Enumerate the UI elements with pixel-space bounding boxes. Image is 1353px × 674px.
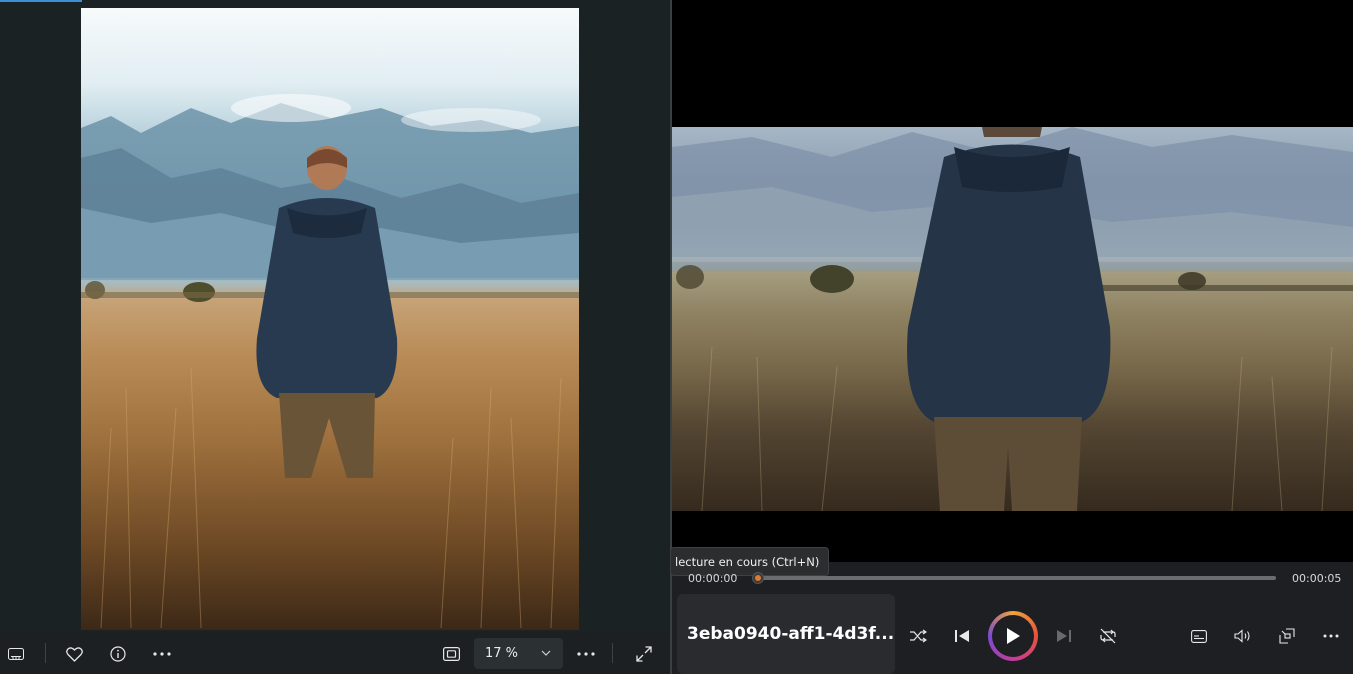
shuffle-icon[interactable] bbox=[906, 626, 930, 646]
play-icon bbox=[992, 615, 1034, 657]
time-elapsed: 00:00:00 bbox=[688, 572, 738, 585]
fit-to-window-icon[interactable] bbox=[437, 640, 465, 668]
photos-toolbar bbox=[0, 632, 670, 674]
miniplayer-icon[interactable] bbox=[1275, 626, 1299, 646]
more-icon[interactable] bbox=[1319, 626, 1343, 646]
subtitles-icon[interactable] bbox=[1187, 626, 1211, 646]
zoom-dropdown[interactable]: 17 % bbox=[474, 638, 563, 669]
previous-icon[interactable] bbox=[950, 626, 974, 646]
photo-image[interactable] bbox=[81, 8, 579, 630]
volume-icon[interactable] bbox=[1231, 626, 1255, 646]
play-button[interactable] bbox=[988, 611, 1038, 661]
time-total: 00:00:05 bbox=[1292, 572, 1342, 585]
photos-viewer: 17 % bbox=[0, 0, 670, 674]
more-options-icon[interactable] bbox=[572, 640, 600, 668]
chevron-down-icon bbox=[541, 646, 551, 659]
now-playing-title: 3eba0940-aff1-4d3f... bbox=[687, 624, 895, 644]
expand-icon[interactable] bbox=[630, 640, 658, 668]
next-icon[interactable] bbox=[1052, 626, 1076, 646]
heart-icon[interactable] bbox=[60, 640, 88, 668]
filmstrip-icon[interactable] bbox=[4, 640, 28, 668]
more-icon[interactable] bbox=[148, 640, 176, 668]
repeat-off-icon[interactable] bbox=[1096, 626, 1120, 646]
active-tab-indicator bbox=[0, 0, 82, 2]
now-playing-card[interactable]: 3eba0940-aff1-4d3f... bbox=[677, 594, 895, 674]
toolbar-divider bbox=[612, 643, 613, 663]
info-icon[interactable] bbox=[104, 640, 132, 668]
desktop: 17 % lecture en cours (Ctrl+N) 00:00:00 … bbox=[0, 0, 1353, 674]
zoom-value: 17 % bbox=[485, 646, 519, 661]
seek-bar[interactable] bbox=[758, 576, 1276, 580]
media-player: lecture en cours (Ctrl+N) 00:00:00 00:00… bbox=[670, 0, 1353, 674]
toolbar-divider bbox=[45, 643, 46, 663]
seek-thumb[interactable] bbox=[752, 572, 764, 584]
video-frame[interactable] bbox=[672, 127, 1353, 511]
